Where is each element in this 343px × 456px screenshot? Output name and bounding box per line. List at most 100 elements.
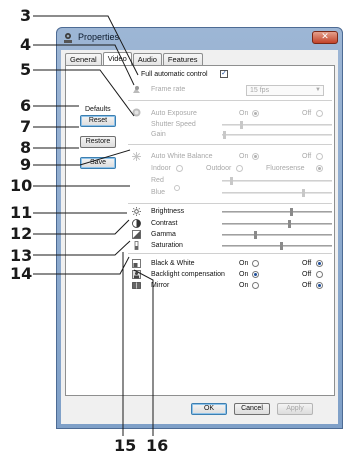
gamma-icon bbox=[132, 230, 141, 239]
blue-slider[interactable] bbox=[222, 189, 332, 197]
window-title: Properties bbox=[78, 32, 120, 42]
outdoor-radio[interactable] bbox=[236, 165, 243, 172]
wb-off-label: Off bbox=[302, 153, 312, 160]
restore-button[interactable]: Restore bbox=[80, 136, 116, 148]
bw-on-radio[interactable] bbox=[252, 260, 259, 267]
callout-12: 12 bbox=[10, 224, 33, 243]
frame-rate-select[interactable]: 15 fps ▼ bbox=[246, 85, 324, 96]
frame-rate-label: Frame rate bbox=[151, 86, 186, 93]
frame-rate-value: 15 fps bbox=[250, 87, 270, 94]
blue-label: Blue bbox=[151, 189, 166, 196]
sun-icon bbox=[132, 108, 141, 117]
wb-on-label: On bbox=[239, 153, 249, 160]
callout-15: 15 bbox=[114, 436, 137, 455]
auto-white-balance-label: Auto White Balance bbox=[151, 153, 213, 160]
brightness-label: Brightness bbox=[151, 208, 185, 215]
slider-thumb[interactable] bbox=[280, 242, 283, 250]
video-settings-panel: Full automatic control ✓ Frame rate 15 f… bbox=[65, 65, 335, 396]
red-label: Red bbox=[151, 177, 164, 184]
callout-3: 3 bbox=[20, 6, 32, 25]
slider-thumb[interactable] bbox=[288, 220, 291, 228]
red-slider[interactable] bbox=[222, 177, 332, 185]
gamma-label: Gamma bbox=[151, 231, 176, 238]
saturation-label: Saturation bbox=[151, 242, 183, 249]
callout-7: 7 bbox=[20, 117, 32, 136]
bw-off-radio[interactable] bbox=[316, 260, 323, 267]
divider bbox=[128, 203, 332, 204]
callout-8: 8 bbox=[20, 138, 32, 157]
backlight-icon bbox=[132, 270, 141, 279]
exposure-on-label: On bbox=[239, 110, 249, 117]
exposure-off-radio[interactable] bbox=[316, 110, 323, 117]
saturation-icon bbox=[134, 241, 139, 250]
contrast-label: Contrast bbox=[151, 220, 178, 227]
bw-off-label: Off bbox=[302, 260, 312, 267]
backlight-on-radio[interactable] bbox=[252, 271, 259, 278]
callout-11: 11 bbox=[10, 203, 33, 222]
dialog-body: General Video Audio Features Full automa… bbox=[61, 50, 338, 424]
cancel-button[interactable]: Cancel bbox=[234, 403, 270, 415]
reset-button[interactable]: Reset bbox=[80, 115, 116, 127]
exposure-on-radio[interactable] bbox=[252, 110, 259, 117]
saturation-slider[interactable] bbox=[222, 242, 332, 250]
backlight-off-label: Off bbox=[302, 271, 312, 278]
wb-on-radio[interactable] bbox=[252, 153, 259, 160]
slider-thumb[interactable] bbox=[302, 189, 305, 197]
backlight-on-label: On bbox=[239, 271, 249, 278]
brightness-icon bbox=[132, 207, 141, 216]
webcam-app-icon bbox=[64, 33, 72, 43]
ok-button[interactable]: OK bbox=[191, 403, 227, 415]
callout-4: 4 bbox=[20, 35, 32, 54]
shutter-speed-slider[interactable] bbox=[222, 121, 332, 129]
fluorescent-label: Fluoresense bbox=[266, 165, 305, 172]
mirror-off-radio[interactable] bbox=[316, 282, 323, 289]
save-button[interactable]: Save bbox=[80, 157, 116, 169]
mirror-icon bbox=[132, 282, 141, 289]
close-button[interactable]: ✕ bbox=[312, 31, 338, 44]
mirror-on-label: On bbox=[239, 282, 249, 289]
indoor-radio[interactable] bbox=[176, 165, 183, 172]
gamma-slider[interactable] bbox=[222, 231, 332, 239]
black-white-label: Black & White bbox=[151, 260, 195, 267]
mirror-off-label: Off bbox=[302, 282, 312, 289]
apply-button[interactable]: Apply bbox=[277, 403, 313, 415]
outdoor-label: Outdoor bbox=[206, 165, 232, 172]
slider-thumb[interactable] bbox=[290, 208, 293, 216]
chevron-down-icon: ▼ bbox=[315, 87, 321, 93]
properties-window: Properties ✕ General Video Audio Feature… bbox=[56, 27, 343, 429]
exposure-off-label: Off bbox=[302, 110, 312, 117]
callout-16: 16 bbox=[146, 436, 169, 455]
divider bbox=[128, 100, 332, 101]
automatic-control-checkbox[interactable]: ✓ bbox=[220, 70, 228, 78]
bw-on-label: On bbox=[239, 260, 249, 267]
shutter-speed-label: Shutter Speed bbox=[151, 121, 196, 128]
slider-thumb[interactable] bbox=[240, 121, 243, 129]
gain-slider[interactable] bbox=[222, 131, 332, 139]
blue-indicator bbox=[174, 185, 180, 191]
divider bbox=[128, 253, 332, 254]
wb-off-radio[interactable] bbox=[316, 153, 323, 160]
title-bar[interactable]: Properties ✕ bbox=[57, 28, 342, 50]
indoor-label: Indoor bbox=[151, 165, 171, 172]
slider-thumb[interactable] bbox=[230, 177, 233, 185]
callout-6: 6 bbox=[20, 96, 32, 115]
defaults-label: Defaults bbox=[85, 106, 111, 113]
black-white-icon bbox=[132, 259, 141, 268]
contrast-slider[interactable] bbox=[222, 220, 332, 228]
mirror-label: Mirror bbox=[151, 282, 170, 289]
callout-10: 10 bbox=[10, 176, 33, 195]
callout-13: 13 bbox=[10, 246, 33, 265]
backlight-compensation-label: Backlight compensation bbox=[151, 271, 225, 278]
white-balance-icon bbox=[132, 152, 141, 161]
mirror-on-radio[interactable] bbox=[252, 282, 259, 289]
tab-strip: General Video Audio Features bbox=[65, 52, 204, 67]
slider-thumb[interactable] bbox=[254, 231, 257, 239]
callout-9: 9 bbox=[20, 155, 32, 174]
contrast-icon bbox=[132, 219, 141, 228]
divider bbox=[128, 144, 332, 145]
fluorescent-radio[interactable] bbox=[316, 165, 323, 172]
backlight-off-radio[interactable] bbox=[316, 271, 323, 278]
slider-thumb[interactable] bbox=[223, 131, 226, 139]
camera-icon bbox=[133, 86, 140, 93]
brightness-slider[interactable] bbox=[222, 208, 332, 216]
